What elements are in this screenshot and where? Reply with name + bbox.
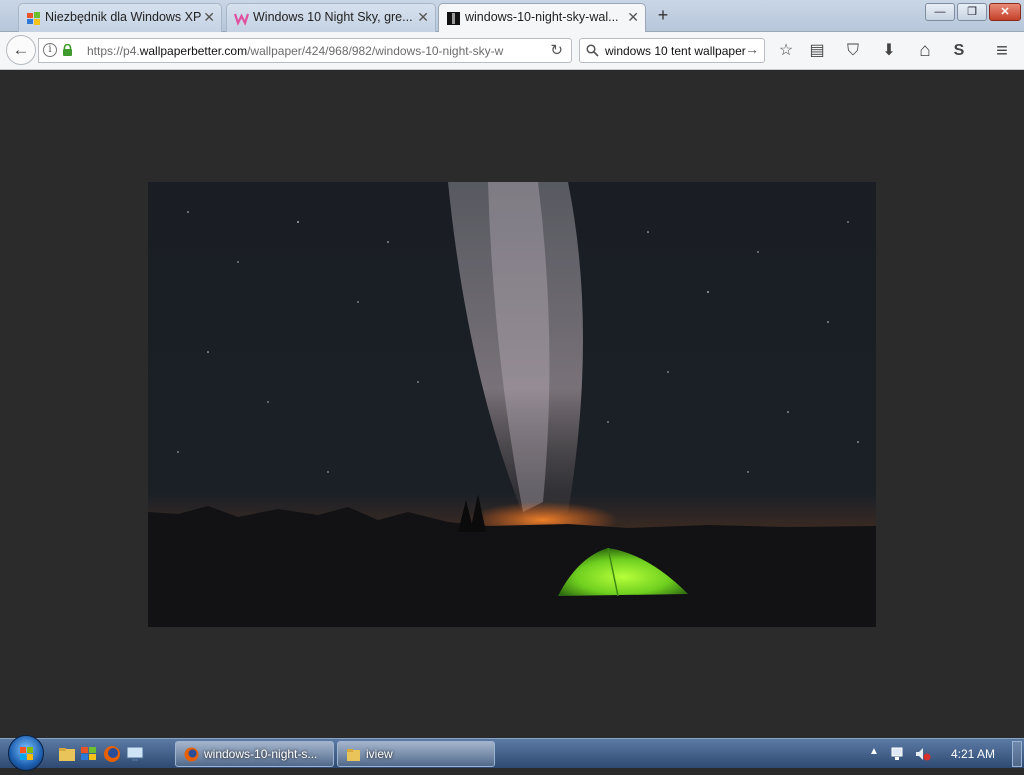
start-button[interactable] (8, 735, 44, 771)
taskbar-button-iview[interactable]: iview (337, 741, 495, 767)
url-path: /wallpaper/424/968/982/windows-10-night-… (247, 44, 504, 58)
page-content (0, 71, 1024, 738)
close-icon[interactable]: ✕ (417, 4, 429, 31)
bookmark-star-icon[interactable]: ☆ (775, 40, 797, 62)
show-desktop-button[interactable] (1012, 741, 1022, 767)
url-domain: wallpaperbetter.com (139, 44, 248, 58)
url-text: https://p4.wallpaperbetter.com/wallpaper… (87, 44, 503, 58)
hamburger-menu-icon[interactable]: ≡ (991, 40, 1013, 62)
search-value: windows 10 tent wallpaper (605, 44, 746, 58)
browser-window: Niezbędnik dla Windows XP ✕ Windows 10 N… (0, 0, 1024, 738)
minimize-button[interactable]: — (925, 3, 955, 21)
tab-title: Windows 10 Night Sky, gre... (253, 10, 413, 24)
folder-icon (347, 749, 360, 761)
home-icon[interactable]: ⌂ (914, 40, 936, 62)
taskbar-clock[interactable]: 4:21 AM (951, 747, 995, 761)
search-go-icon[interactable]: → (745, 41, 759, 57)
firefox-icon[interactable] (103, 745, 121, 763)
tab-title: Niezbędnik dla Windows XP (45, 10, 202, 24)
maximize-button[interactable]: ❐ (957, 3, 987, 21)
close-icon[interactable]: ✕ (203, 4, 215, 31)
taskbar-button-firefox[interactable]: windows-10-night-s... (175, 741, 334, 767)
reading-list-icon[interactable]: ▤ (806, 40, 828, 62)
windows-logo-icon (20, 747, 33, 760)
taskbar: windows-10-night-s... iview ▲ 4:21 AM (0, 735, 1024, 771)
pocket-icon[interactable]: ⛉ (842, 40, 864, 62)
download-icon[interactable]: ⬇ (878, 40, 900, 62)
taskbar-button-label: iview (366, 747, 393, 761)
windows-xp-icon (27, 12, 40, 25)
tray-expand-icon[interactable]: ▲ (869, 746, 879, 757)
close-window-button[interactable]: ✕ (989, 3, 1021, 21)
navigation-bar: ← i https://p4.wallpaperbetter.com/wallp… (0, 32, 1024, 70)
night-sky-tent-image[interactable] (148, 182, 876, 627)
url-bar[interactable]: i https://p4.wallpaperbetter.com/wallpap… (38, 38, 572, 63)
firefox-icon (184, 747, 199, 762)
volume-muted-icon[interactable] (915, 746, 931, 762)
remote-desktop-icon[interactable] (126, 745, 144, 763)
network-icon[interactable] (890, 746, 906, 762)
search-icon (586, 44, 599, 57)
new-tab-button[interactable]: + (653, 5, 673, 25)
lock-icon (63, 44, 72, 56)
url-prefix: https://p4. (87, 44, 140, 58)
back-button[interactable]: ← (6, 35, 36, 65)
sync-icon[interactable]: S (948, 40, 970, 62)
tab-title: windows-10-night-sky-wal... (465, 10, 619, 24)
search-input[interactable]: windows 10 tent wallpaper → (579, 38, 765, 63)
close-icon[interactable]: ✕ (627, 4, 639, 31)
tab-strip: Niezbędnik dla Windows XP ✕ Windows 10 N… (0, 0, 1024, 33)
reload-icon[interactable]: ↻ (550, 41, 563, 59)
tab-windows-10-night-sky[interactable]: Windows 10 Night Sky, gre... ✕ (226, 3, 436, 32)
tab-wallpaper-image[interactable]: windows-10-night-sky-wal... ✕ (438, 3, 646, 33)
night-sky-thumb-icon (447, 12, 460, 25)
tab-niezbednik[interactable]: Niezbędnik dla Windows XP ✕ (18, 3, 222, 32)
explorer-folder-icon[interactable] (58, 745, 76, 763)
wallpaper-w-icon (234, 13, 249, 26)
info-icon[interactable]: i (43, 43, 57, 57)
windows-flag-icon[interactable] (80, 745, 98, 763)
taskbar-button-label: windows-10-night-s... (204, 747, 318, 761)
